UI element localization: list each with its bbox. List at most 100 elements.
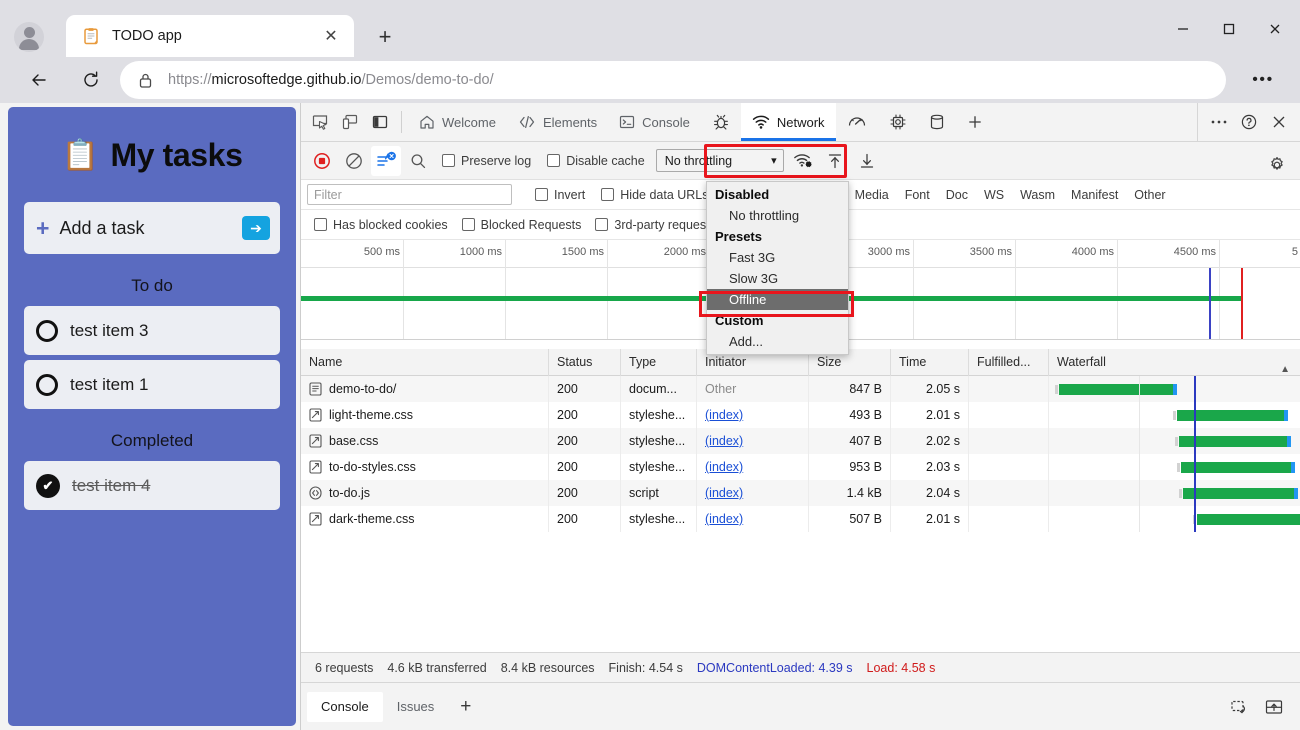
has-blocked-cookies-checkbox[interactable]: Has blocked cookies xyxy=(307,218,455,232)
type-filter-wasm[interactable]: Wasm xyxy=(1013,188,1062,202)
checkbox-checked-icon[interactable]: ✔ xyxy=(36,473,60,498)
device-toolbar-button[interactable] xyxy=(335,107,365,137)
back-button[interactable] xyxy=(20,61,58,99)
throttling-dropdown-menu[interactable]: Disabled No throttling Presets Fast 3G S… xyxy=(706,181,849,355)
type-filter-ws[interactable]: WS xyxy=(977,188,1011,202)
table-row[interactable]: to-do-styles.css 200 styleshe... (index)… xyxy=(301,454,1300,480)
third-party-requests-label: 3rd-party requests xyxy=(614,217,716,232)
table-row[interactable]: base.css 200 styleshe... (index) 407 B 2… xyxy=(301,428,1300,454)
checkbox-empty-icon[interactable] xyxy=(36,373,58,396)
restore-drawer-button[interactable] xyxy=(1225,692,1255,722)
record-button[interactable] xyxy=(307,146,337,176)
request-initiator-link[interactable]: (index) xyxy=(705,486,743,500)
add-task-row[interactable]: + Add a task ➔ xyxy=(24,202,280,254)
column-header-type[interactable]: Type xyxy=(621,348,697,376)
tab-network[interactable]: Network xyxy=(740,103,836,141)
request-initiator-link[interactable]: (index) xyxy=(705,434,743,448)
reload-button[interactable] xyxy=(72,61,110,99)
tab-close-icon[interactable]: ✕ xyxy=(318,23,344,49)
throttling-settings-button[interactable] xyxy=(788,146,818,176)
todo-list-item[interactable]: test item 1 xyxy=(24,360,280,409)
table-row[interactable]: to-do.js 200 script (index) 1.4 kB 2.04 … xyxy=(301,480,1300,506)
column-header-status[interactable]: Status xyxy=(549,348,621,376)
blocked-requests-checkbox[interactable]: Blocked Requests xyxy=(455,218,589,232)
tab-elements[interactable]: Elements xyxy=(507,103,608,141)
tab-welcome[interactable]: Welcome xyxy=(408,103,507,141)
column-header-name[interactable]: Name xyxy=(301,348,549,376)
menu-item-fast-3g[interactable]: Fast 3G xyxy=(707,247,848,268)
devtools-close-button[interactable] xyxy=(1264,107,1294,137)
request-initiator-link[interactable]: (index) xyxy=(705,512,743,526)
dock-drawer-button[interactable] xyxy=(1259,692,1289,722)
filter-button[interactable] xyxy=(371,145,401,176)
disable-cache-label: Disable cache xyxy=(566,153,645,168)
type-filter-media[interactable]: Media xyxy=(848,188,896,202)
throttling-value: No throttling xyxy=(664,153,733,168)
menu-item-add[interactable]: Add... xyxy=(707,331,848,352)
preserve-log-checkbox[interactable]: Preserve log xyxy=(435,154,538,168)
throttling-dropdown[interactable]: No throttling ▾ xyxy=(655,149,784,172)
table-row[interactable]: dark-theme.css 200 styleshe... (index) 5… xyxy=(301,506,1300,532)
table-row[interactable]: demo-to-do/ 200 docum... Other 847 B 2.0… xyxy=(301,376,1300,402)
search-button[interactable] xyxy=(403,146,433,176)
avatar[interactable] xyxy=(14,22,44,52)
request-initiator-link[interactable]: (index) xyxy=(705,460,743,474)
new-tab-button[interactable]: + xyxy=(370,22,400,52)
type-filter-font[interactable]: Font xyxy=(898,188,937,202)
request-size: 953 B xyxy=(809,454,891,480)
import-har-button[interactable] xyxy=(820,146,850,176)
network-settings-button[interactable] xyxy=(1262,150,1292,180)
hide-data-urls-checkbox[interactable]: Hide data URLs xyxy=(594,188,715,202)
menu-item-offline[interactable]: Offline xyxy=(707,289,848,310)
window-close-button[interactable] xyxy=(1252,13,1298,45)
filter-input[interactable]: Filter xyxy=(307,184,512,205)
export-har-button[interactable] xyxy=(852,146,882,176)
type-filter-other[interactable]: Other xyxy=(1127,188,1172,202)
menu-item-no-throttling[interactable]: No throttling xyxy=(707,205,848,226)
todo-list-item[interactable]: test item 3 xyxy=(24,306,280,355)
request-initiator-link[interactable]: (index) xyxy=(705,408,743,422)
devtools-more-button[interactable] xyxy=(1204,107,1234,137)
tab-performance[interactable] xyxy=(836,103,878,141)
invert-checkbox[interactable]: Invert xyxy=(528,188,592,202)
type-filter-manifest[interactable]: Manifest xyxy=(1064,188,1125,202)
third-party-requests-checkbox[interactable]: 3rd-party requests xyxy=(588,218,722,232)
window-maximize-button[interactable] xyxy=(1206,13,1252,45)
window-minimize-button[interactable] xyxy=(1160,13,1206,45)
drawer-tab-console[interactable]: Console xyxy=(307,691,383,722)
menu-item-slow-3g[interactable]: Slow 3G xyxy=(707,268,848,289)
drawer-add-tab-button[interactable]: + xyxy=(448,692,483,722)
address-bar[interactable]: https://microsoftedge.github.io/Demos/de… xyxy=(120,61,1226,99)
column-header-fulfilled[interactable]: Fulfilled... xyxy=(969,348,1049,376)
devtools-help-button[interactable] xyxy=(1234,107,1264,137)
drawer-tab-issues[interactable]: Issues xyxy=(383,692,449,722)
add-task-submit-button[interactable]: ➔ xyxy=(242,216,270,240)
network-toolbar: Preserve log Disable cache No throttling… xyxy=(301,142,1300,180)
network-wifi-icon xyxy=(752,114,770,130)
tab-sources[interactable] xyxy=(701,103,741,141)
browser-tab[interactable]: TODO app ✕ xyxy=(66,15,354,57)
completed-list-item[interactable]: ✔ test item 4 xyxy=(24,461,280,510)
browser-more-button[interactable]: ••• xyxy=(1248,66,1278,94)
request-fulfilled xyxy=(969,480,1049,506)
tab-add-panel[interactable] xyxy=(956,103,994,141)
dock-side-button[interactable] xyxy=(365,107,395,137)
request-fulfilled xyxy=(969,506,1049,532)
tab-application[interactable] xyxy=(918,103,956,141)
sort-indicator-icon[interactable]: ▲ xyxy=(1280,356,1290,376)
summary-domcontentloaded: DOMContentLoaded: 4.39 s xyxy=(696,660,853,675)
request-name: dark-theme.css xyxy=(329,512,415,526)
type-filter-doc[interactable]: Doc xyxy=(939,188,975,202)
add-task-input[interactable]: Add a task xyxy=(59,218,232,239)
column-header-time[interactable]: Time xyxy=(891,348,969,376)
tab-memory[interactable] xyxy=(878,103,918,141)
tab-console[interactable]: Console xyxy=(608,103,701,141)
column-header-waterfall[interactable]: Waterfall ▲ xyxy=(1049,349,1300,376)
browser-chrome: TODO app ✕ + https://microsoftedge.githu… xyxy=(0,0,1300,103)
settings-gear-icon xyxy=(1271,156,1283,170)
clear-button[interactable] xyxy=(339,146,369,176)
table-row[interactable]: light-theme.css 200 styleshe... (index) … xyxy=(301,402,1300,428)
disable-cache-checkbox[interactable]: Disable cache xyxy=(540,154,652,168)
checkbox-empty-icon[interactable] xyxy=(36,319,58,342)
inspect-element-button[interactable] xyxy=(305,107,335,137)
